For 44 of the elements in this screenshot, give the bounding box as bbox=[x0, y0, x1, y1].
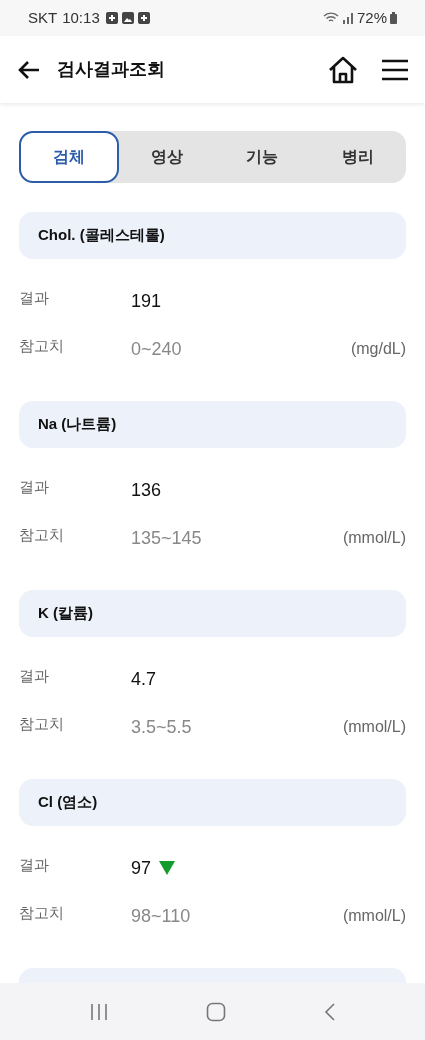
battery-icon bbox=[390, 12, 397, 24]
field-label: 결과 bbox=[19, 476, 50, 497]
unit-text: (mmol/L) bbox=[342, 528, 406, 548]
recent-apps-icon[interactable] bbox=[88, 1002, 109, 1021]
result-value: 4.7 bbox=[131, 667, 157, 691]
unit-text: (mmol/L) bbox=[342, 906, 406, 926]
result-value: 191 bbox=[131, 289, 162, 313]
field-label: 참고치 bbox=[19, 713, 65, 734]
signal-icon bbox=[341, 12, 354, 24]
gallery-icon bbox=[121, 12, 134, 24]
page-title: 검사결과조회 bbox=[57, 58, 165, 81]
wifi-icon bbox=[322, 12, 339, 24]
field-label: 결과 bbox=[19, 854, 50, 875]
reference-range: 135~145 bbox=[131, 526, 202, 550]
notification-icon bbox=[137, 12, 150, 24]
clock-text: 10:13 bbox=[62, 7, 100, 28]
test-name: K (칼륨) bbox=[38, 603, 93, 624]
tab[interactable]: 기능 bbox=[214, 131, 311, 183]
test-name: Chol. (콜레스테롤) bbox=[38, 225, 165, 246]
notification-icon bbox=[105, 12, 118, 24]
field-label: 결과 bbox=[19, 287, 50, 308]
back-arrow-icon bbox=[17, 59, 41, 80]
tab[interactable]: 검체 bbox=[19, 131, 119, 183]
reference-range: 98~110 bbox=[131, 904, 191, 928]
field-label: 참고치 bbox=[19, 335, 65, 356]
result-value: 97 bbox=[131, 856, 152, 880]
reference-range: 3.5~5.5 bbox=[131, 715, 192, 739]
test-name: Na (나트륨) bbox=[38, 414, 117, 435]
unit-text: (mg/dL) bbox=[350, 339, 406, 359]
reference-range: 0~240 bbox=[131, 337, 182, 361]
battery-text: 72% bbox=[356, 7, 387, 28]
carrier-text: SKT bbox=[28, 7, 58, 28]
unit-text: (mmol/L) bbox=[342, 717, 406, 737]
back-icon[interactable] bbox=[324, 1001, 337, 1022]
home-icon bbox=[328, 54, 358, 85]
field-label: 결과 bbox=[19, 665, 50, 686]
tab[interactable]: 영상 bbox=[118, 131, 215, 183]
field-label: 참고치 bbox=[19, 902, 65, 923]
tab[interactable]: 병리 bbox=[310, 131, 406, 183]
test-name: Cl (염소) bbox=[38, 792, 98, 813]
result-value: 136 bbox=[131, 478, 162, 502]
menu-icon bbox=[382, 58, 408, 81]
field-label: 참고치 bbox=[19, 524, 65, 545]
home-icon[interactable] bbox=[206, 1001, 227, 1022]
